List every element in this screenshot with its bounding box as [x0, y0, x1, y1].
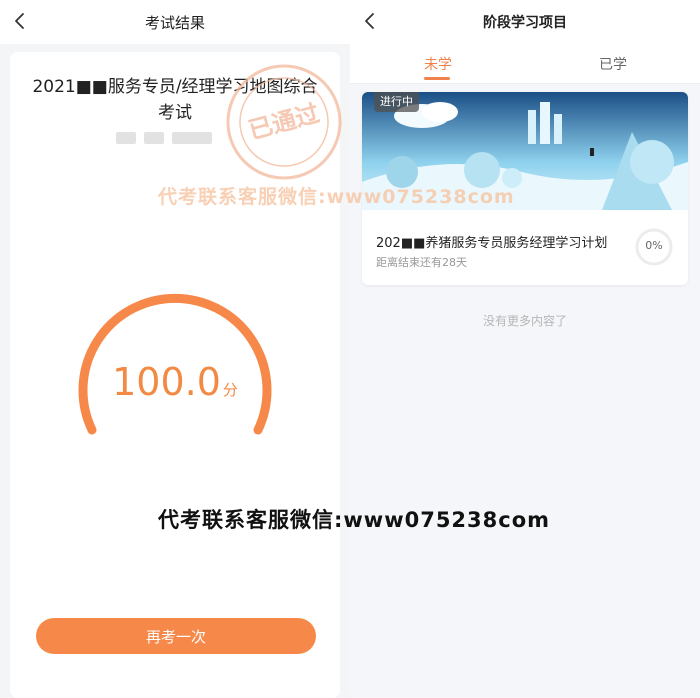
progress-value: 0% [645, 239, 663, 252]
watermark-top: 代考联系客服微信:www075238com [158, 186, 515, 208]
exam-result-panel: 考试结果 2021■■服务专员/经理学习地图综合考试 100.0 分 再考一次 已… [0, 0, 350, 698]
score-unit: 分 [222, 381, 238, 399]
score-value: 100.0 [112, 360, 221, 404]
tab-not-learned[interactable]: 未学 [424, 54, 452, 74]
page-title-right: 阶段学习项目 [483, 15, 567, 31]
learning-projects-panel: 阶段学习项目 未学 已学 进行中 202■■养猪服务专员服务经理学习计划 距离结… [350, 0, 700, 698]
page-title: 考试结果 [144, 13, 205, 32]
stamp-text: 已通过 [246, 99, 323, 145]
plan-deadline: 距离结束还有28天 [376, 256, 467, 269]
passed-stamp-icon: 已通过 [226, 64, 342, 180]
screen: 考试结果 2021■■服务专员/经理学习地图综合考试 100.0 分 再考一次 已… [0, 0, 700, 698]
score-display: 100.0 分 [70, 360, 280, 404]
retake-exam-button[interactable]: 再考一次 [36, 618, 316, 654]
back-arrow-icon[interactable] [360, 10, 382, 32]
top-nav-bar: 考试结果 [0, 0, 350, 44]
back-arrow-icon[interactable] [10, 10, 32, 32]
active-tab-indicator [424, 77, 450, 80]
plan-title: 202■■养猪服务专员服务经理学习计划 [376, 236, 608, 251]
tab-learned[interactable]: 已学 [599, 54, 627, 74]
no-more-content: 没有更多内容了 [482, 314, 567, 328]
watermark-bottom: 代考联系客服微信:www075238com [158, 508, 551, 532]
tab-bar: 未学 已学 [350, 44, 700, 84]
top-nav-bar-right: 阶段学习项目 [350, 0, 700, 44]
status-badge: 进行中 [374, 92, 419, 112]
